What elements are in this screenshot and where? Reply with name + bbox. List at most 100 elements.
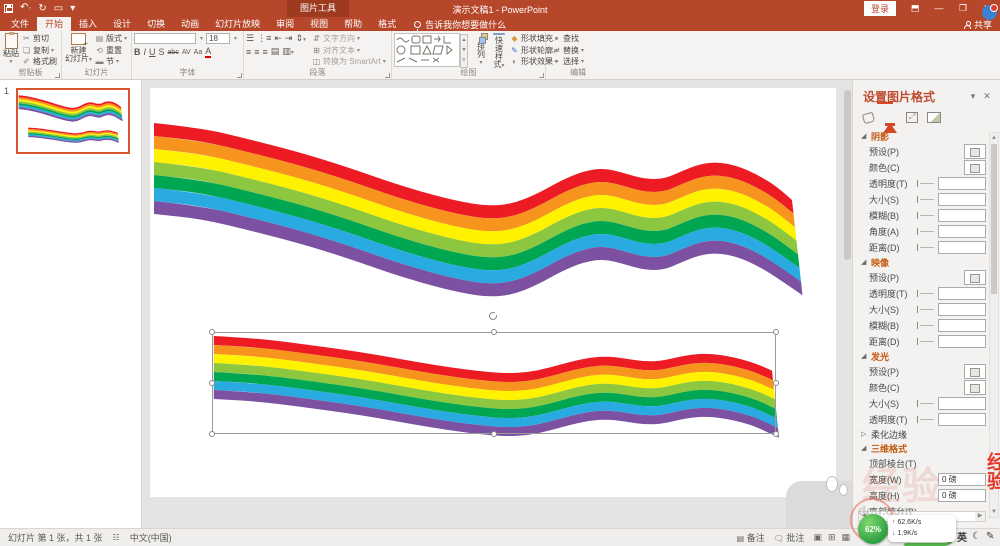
slider-track[interactable] xyxy=(920,231,934,232)
value-input[interactable] xyxy=(938,193,986,206)
bold-button[interactable]: B xyxy=(134,47,141,57)
selection-box[interactable] xyxy=(212,332,776,434)
tab-切换[interactable]: 切换 xyxy=(139,17,173,31)
value-input[interactable] xyxy=(938,287,986,300)
slider-track[interactable] xyxy=(920,419,934,420)
notification-badge-icon[interactable] xyxy=(982,5,997,20)
section-header[interactable]: ◢发光 xyxy=(861,349,1000,363)
normal-view-button[interactable]: ▣ xyxy=(813,532,822,543)
shapes-gallery[interactable]: ▲▼≡ xyxy=(394,33,460,67)
color-picker-button[interactable] xyxy=(964,380,986,395)
cut-button[interactable]: ✂剪切 xyxy=(22,33,57,44)
underline-button[interactable]: U xyxy=(149,47,156,57)
pane-dropdown-icon[interactable]: ▾ xyxy=(966,91,980,102)
ime-language-icon[interactable]: 英 xyxy=(957,529,967,544)
font-size-combobox[interactable]: 18 xyxy=(206,33,230,44)
section-header[interactable]: ◢映像 xyxy=(861,255,1000,269)
selection-handle-n[interactable] xyxy=(491,329,497,335)
tab-视图[interactable]: 视图 xyxy=(302,17,336,31)
tab-格式[interactable]: 格式 xyxy=(370,17,404,31)
selection-handle-e[interactable] xyxy=(773,380,779,386)
accessibility-icon[interactable]: ☷ xyxy=(113,533,120,542)
copy-button[interactable]: ❏复制▾ xyxy=(22,45,57,56)
align-text-button[interactable]: ⊞对齐文本▾ xyxy=(312,45,386,56)
value-input[interactable] xyxy=(938,397,986,410)
slide-canvas[interactable] xyxy=(142,80,852,528)
tell-me-box[interactable]: 告诉我你想要做什么 xyxy=(414,17,506,31)
canvas-vertical-scrollbar[interactable] xyxy=(844,86,851,516)
justify-button[interactable]: ▤ xyxy=(271,46,280,57)
text-direction-button[interactable]: ⇵文字方向▾ xyxy=(312,33,386,44)
value-input[interactable] xyxy=(938,303,986,316)
slideshow-icon[interactable]: ▭ xyxy=(54,1,63,16)
font-dialog-launcher[interactable] xyxy=(237,73,242,78)
slide-thumbnail[interactable] xyxy=(16,88,130,154)
value-input[interactable] xyxy=(938,335,986,348)
align-left-button[interactable]: ≡ xyxy=(246,47,251,57)
line-spacing-button[interactable]: ⇕▾ xyxy=(295,33,306,44)
change-case-button[interactable]: Aa xyxy=(194,49,203,56)
text-shadow-button[interactable]: S xyxy=(159,47,165,57)
reading-view-button[interactable]: ▦ xyxy=(841,532,850,543)
char-spacing-button[interactable]: AV xyxy=(182,49,191,56)
selection-handle-nw[interactable] xyxy=(209,329,215,335)
selection-handle-se[interactable] xyxy=(773,431,779,437)
tab-帮助[interactable]: 帮助 xyxy=(336,17,370,31)
arrange-button[interactable]: 排列▾ xyxy=(472,32,490,68)
customize-qat-arrow[interactable]: ▾ xyxy=(70,1,75,16)
scrollbar-thumb[interactable] xyxy=(991,144,997,294)
tab-file[interactable]: 文件 xyxy=(3,17,37,31)
slider-track[interactable] xyxy=(920,403,934,404)
value-input[interactable] xyxy=(938,319,986,332)
find-button[interactable]: ⌕查找 xyxy=(552,33,584,44)
rotate-handle[interactable] xyxy=(489,312,497,320)
pane-vertical-scrollbar[interactable]: ▲ ▼ xyxy=(989,132,999,518)
paste-button[interactable]: 粘贴 ▾ xyxy=(0,32,22,68)
numbering-button[interactable]: ⋮≡ xyxy=(257,33,271,44)
section-header[interactable]: ◢三维格式 xyxy=(861,441,1000,455)
quick-styles-button[interactable]: 快速 样式▾ xyxy=(490,32,508,68)
moon-icon[interactable]: ☾ xyxy=(972,531,981,542)
value-input[interactable] xyxy=(938,177,986,190)
ribbon-display-options-icon[interactable]: ⬒ xyxy=(904,0,926,17)
selection-handle-s[interactable] xyxy=(491,431,497,437)
preset-picker-button[interactable] xyxy=(964,144,986,159)
tab-幻灯片放映[interactable]: 幻灯片放映 xyxy=(207,17,268,31)
align-right-button[interactable]: ≡ xyxy=(263,47,268,57)
save-icon[interactable] xyxy=(4,4,13,13)
value-input[interactable]: 0 磅 xyxy=(938,489,986,502)
slider-track[interactable] xyxy=(920,247,934,248)
new-slide-button[interactable]: 新建 幻灯片▾ xyxy=(62,32,95,68)
scroll-down-arrow[interactable]: ▼ xyxy=(990,507,998,517)
repeat-icon[interactable]: ↻ xyxy=(38,1,46,16)
minimize-button[interactable]: — xyxy=(928,0,950,17)
value-input[interactable] xyxy=(938,225,986,238)
slider-track[interactable] xyxy=(920,341,934,342)
speed-ball[interactable]: 62% xyxy=(858,514,888,544)
section-button[interactable]: ▬节▾ xyxy=(95,56,127,67)
format-painter-button[interactable]: ✐格式刷 xyxy=(22,56,57,67)
value-input[interactable] xyxy=(938,241,986,254)
comments-button[interactable]: 🗨 批注 xyxy=(774,531,805,544)
select-button[interactable]: ⌖选择▾ xyxy=(552,56,584,67)
decrease-indent-button[interactable]: ⇤ xyxy=(274,33,282,44)
scroll-right-arrow[interactable]: ▶ xyxy=(975,512,985,521)
align-center-button[interactable]: ≡ xyxy=(254,47,259,57)
slider-track[interactable] xyxy=(920,215,934,216)
sign-in-button[interactable]: 登录 xyxy=(864,1,896,16)
section-header[interactable]: ◢阴影 xyxy=(861,129,1000,143)
tab-开始[interactable]: 开始 xyxy=(37,17,71,31)
slider-track[interactable] xyxy=(920,293,934,294)
slider-track[interactable] xyxy=(920,199,934,200)
shapes-scrollbar[interactable]: ▲▼≡ xyxy=(460,34,468,68)
slider-track[interactable] xyxy=(920,183,934,184)
picture-icon[interactable] xyxy=(927,112,941,123)
paragraph-dialog-launcher[interactable] xyxy=(385,73,390,78)
restore-button[interactable]: ❐ xyxy=(952,0,974,17)
preset-picker-button[interactable] xyxy=(964,364,986,379)
italic-button[interactable]: I xyxy=(144,47,147,57)
fill-line-icon[interactable] xyxy=(862,112,875,125)
slider-track[interactable] xyxy=(920,309,934,310)
pen-icon[interactable]: ✎ xyxy=(986,531,994,542)
columns-button[interactable]: ▥▾ xyxy=(282,46,294,57)
